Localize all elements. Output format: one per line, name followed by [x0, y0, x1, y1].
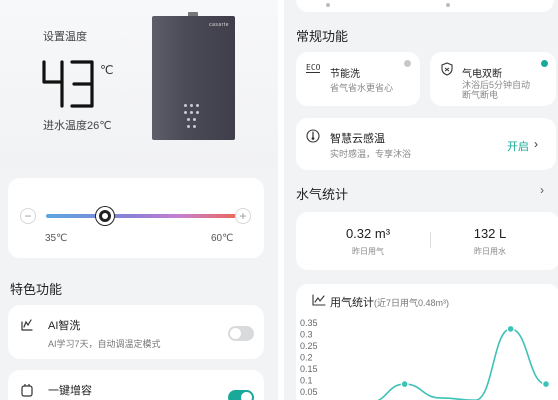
increase-temperature-button[interactable]: + [235, 208, 251, 224]
chevron-right-icon: › [534, 137, 538, 151]
heater-control-panel [184, 104, 204, 132]
temperature-display: 43 [40, 58, 98, 115]
smart-cloud-temp-name: 智慧云感温 [330, 133, 385, 145]
temperature-slider-handle[interactable] [96, 207, 114, 225]
gas-power-cutoff-name: 气电双断 [462, 69, 502, 80]
boost-capacity-icon [21, 384, 33, 397]
water-heater-image: casarte [152, 16, 235, 140]
ai-wash-icon [21, 319, 33, 331]
slider-min-label: 35℃ [45, 233, 68, 244]
smart-cloud-temp-description: 实时感温，专享沐浴 [330, 149, 412, 159]
ai-wash-toggle[interactable] [228, 326, 254, 341]
y-tick-label: 0.1 [300, 376, 313, 386]
gas-usage-series-line [377, 328, 547, 400]
y-tick-label: 0.05 [300, 387, 318, 397]
temperature-slider-track[interactable] [46, 214, 236, 218]
eco-status-dot [404, 60, 411, 67]
heater-hero: 设置温度 43 ℃ 进水温度26℃ casarte [0, 0, 278, 168]
gas-chart-title-text: 用气统计 [330, 297, 374, 309]
smart-cloud-temp-card[interactable]: 智慧云感温 实时感温，专享沐浴 开启 › [296, 118, 556, 170]
y-tick-label: 0.15 [300, 364, 318, 374]
heater-brand-logo: casarte [209, 22, 229, 28]
y-tick-label: 0.25 [300, 341, 318, 351]
eco-wash-card[interactable]: ECO 节能洗 省气省水更省心 [296, 52, 420, 106]
y-tick-label: 0.3 [300, 330, 313, 340]
inlet-temperature: 进水温度26℃ [43, 120, 112, 132]
gas-usage-value: 0.32 m³ [345, 226, 391, 241]
water-usage-value: 132 L [473, 226, 507, 241]
gas-chart-subtitle: (近7日用气0.48m³) [374, 298, 450, 308]
gas-power-cutoff-description-line1: 沐浴后5分钟自动 [462, 80, 531, 90]
slider-max-label: 60℃ [211, 233, 234, 244]
stats-separator [430, 232, 431, 248]
gas-usage-data-point[interactable] [506, 324, 515, 333]
eco-wash-description: 省气省水更省心 [330, 83, 394, 93]
water-gas-stats-card[interactable]: 0.32 m³ 昨日用气 132 L 昨日用水 [296, 212, 558, 270]
gas-usage-line-chart: 0.35 0.30.25 0.20.15 0.10.05 [300, 318, 551, 400]
smart-cloud-temp-enable-link[interactable]: 开启 [507, 138, 529, 154]
eco-wash-name: 节能洗 [330, 69, 360, 80]
regular-functions-title: 常规功能 [296, 29, 349, 44]
set-temperature-label: 设置温度 [43, 31, 87, 43]
ai-wash-card: AI智洗 AI学习7天，自动调温定模式 [8, 305, 264, 359]
thermometer-icon [306, 129, 320, 143]
water-gas-stats-title: 水气统计 [296, 187, 349, 202]
right-panel: 常规功能 ECO 节能洗 省气省水更省心 气电双断 沐浴后5分钟自动 断气断电 … [284, 0, 558, 400]
boost-capacity-toggle[interactable] [228, 390, 254, 400]
stats-chevron-right-icon[interactable]: › [540, 183, 544, 197]
gas-power-cutoff-description-line2: 断气断电 [462, 90, 499, 100]
gas-usage-data-point[interactable] [542, 380, 551, 389]
gas-usage-label: 昨日用气 [352, 247, 384, 256]
temperature-digits [42, 60, 94, 108]
ai-wash-name: AI智洗 [48, 320, 81, 332]
boost-capacity-name: 一键增容 [48, 385, 92, 397]
shield-icon [441, 62, 453, 76]
decrease-temperature-button[interactable]: − [20, 208, 36, 224]
gas-power-cutoff-status-dot [541, 60, 548, 67]
previous-card-bottom [296, 0, 554, 12]
temperature-slider-card: − + 35℃ 60℃ [8, 178, 264, 258]
temperature-value: 43 [40, 58, 41, 59]
y-tick-label: 0.35 [300, 318, 318, 328]
ai-wash-description: AI学习7天，自动调温定模式 [48, 339, 161, 349]
features-section-title: 特色功能 [10, 282, 63, 297]
left-panel: 设置温度 43 ℃ 进水温度26℃ casarte − [0, 0, 278, 400]
gas-usage-data-point[interactable] [400, 380, 409, 389]
boost-capacity-card: 一键增容 [8, 370, 264, 400]
temperature-unit: ℃ [100, 63, 114, 77]
gas-power-cutoff-card[interactable]: 气电双断 沐浴后5分钟自动 断气断电 [430, 52, 556, 106]
water-usage-label: 昨日用水 [474, 247, 506, 256]
y-tick-label: 0.2 [300, 353, 313, 363]
chart-line-icon [312, 294, 326, 306]
gas-chart-title: 用气统计(近7日用气0.48m³) [330, 294, 449, 310]
eco-icon: ECO [306, 63, 321, 73]
